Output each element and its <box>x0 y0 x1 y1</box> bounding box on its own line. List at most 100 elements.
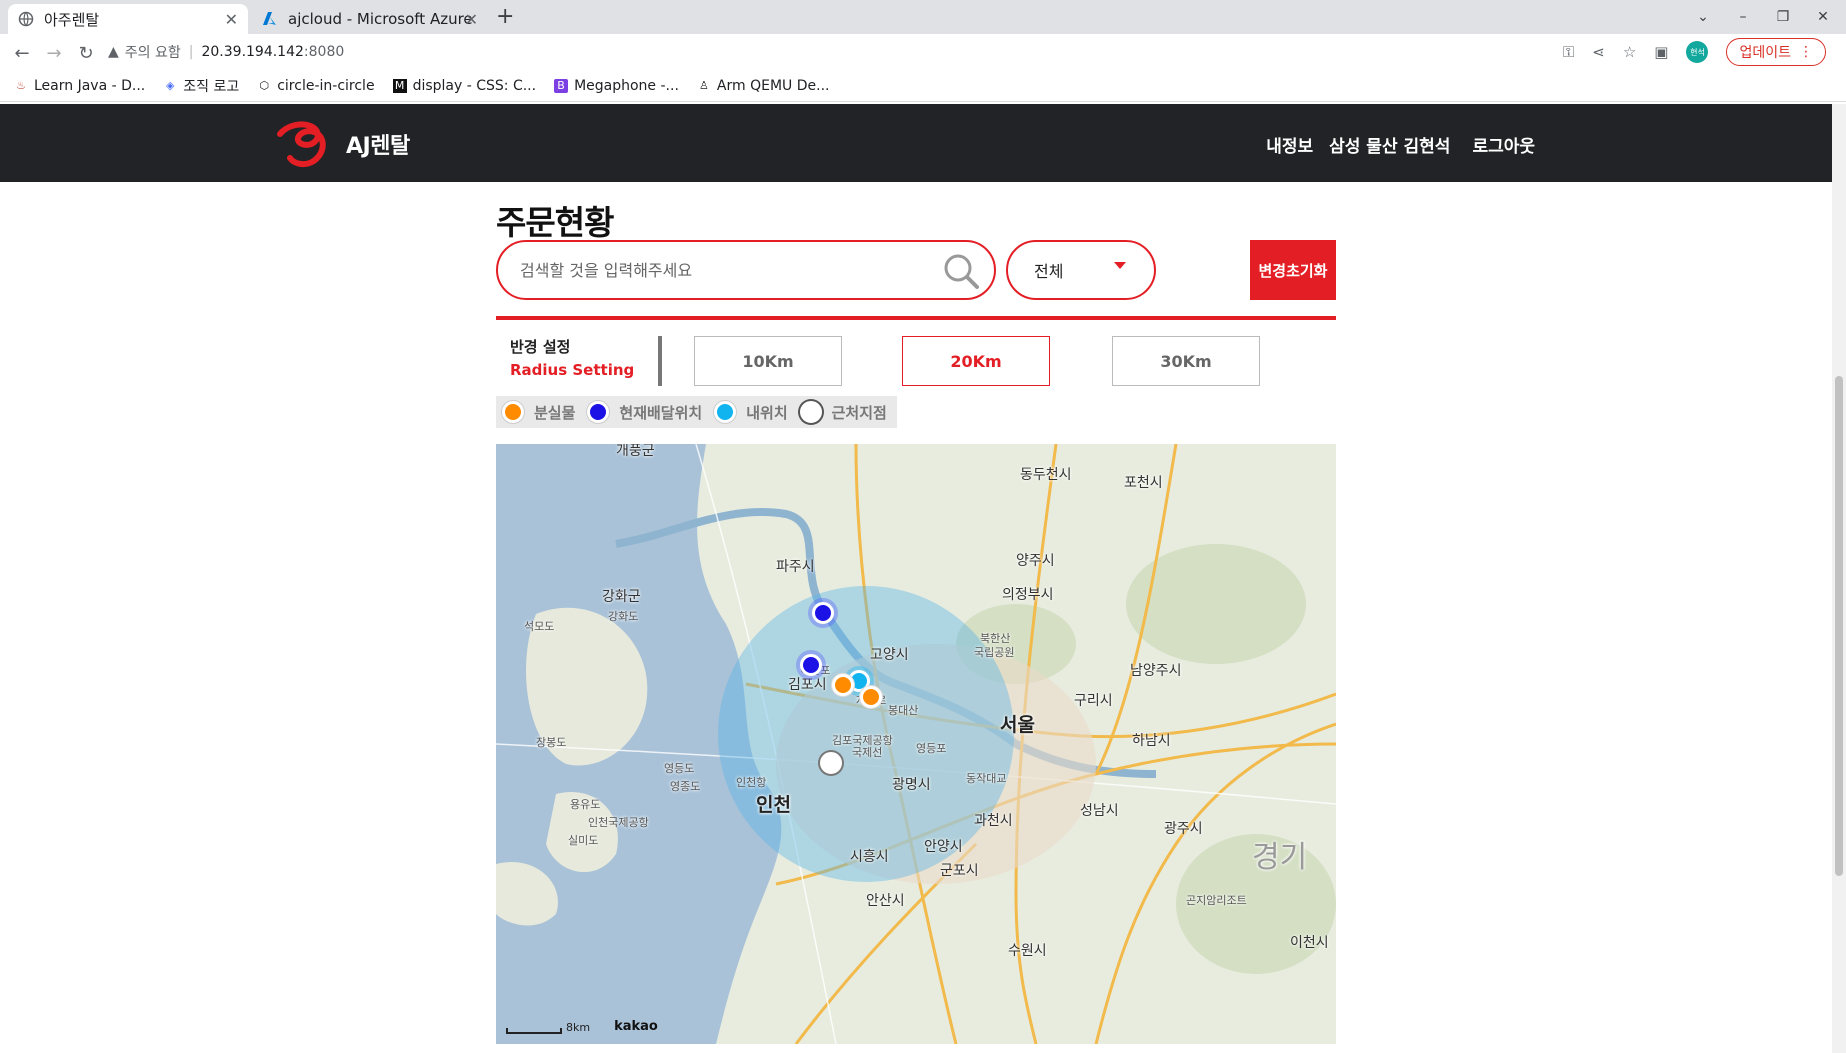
close-window-icon[interactable]: ✕ <box>1812 6 1834 28</box>
java-icon: ♨ <box>16 79 26 92</box>
nav-user-name[interactable]: 삼성 물산 김현석 <box>1329 132 1450 157</box>
radius-30km-button[interactable]: 30Km <box>1112 336 1260 386</box>
map-label: 강화군 <box>602 589 641 605</box>
megaphone-icon: B <box>554 78 569 93</box>
radius-setting: 반경 설정 Radius Setting 10Km 20Km 30Km <box>496 320 1336 390</box>
linux-icon: ♙ <box>698 79 709 92</box>
map-label: 인천국제공항 <box>588 816 649 829</box>
cyan-dot-icon <box>714 401 737 423</box>
delivery-location-marker[interactable] <box>812 602 834 624</box>
restore-icon[interactable]: ❐ <box>1772 6 1794 28</box>
map-label: 곤지암리조트 <box>1186 894 1247 907</box>
legend-delivery-location[interactable]: 현재배달위치 <box>587 401 702 423</box>
search-input[interactable] <box>520 260 920 280</box>
map-label: 석모도 <box>524 620 555 633</box>
bookmarks-bar: ♨ Learn Java - D... ◈ 조직 로고 ⬡ circle-in-cir… <box>0 70 1846 102</box>
reset-button[interactable]: 변경초기화 <box>1250 240 1336 300</box>
legend-lost-item[interactable]: 분실물 <box>502 401 575 423</box>
url-host: 20.39.194.142 <box>201 44 304 60</box>
map-scale: 8km kakao <box>506 1019 658 1034</box>
map-label: 경기 <box>1252 840 1308 875</box>
scrollbar-thumb[interactable] <box>1835 376 1843 876</box>
bookmark-item[interactable]: ♨ Learn Java - D... <box>14 78 145 94</box>
bookmark-item[interactable]: Mdisplay - CSS: C... <box>392 78 536 94</box>
legend-nearby-branch[interactable]: 근처지점 <box>799 401 887 423</box>
address-bar[interactable]: ▲ 주의 요함 | 20.39.194.142 :8080 <box>108 38 1676 66</box>
map-label: 광주시 <box>1164 821 1203 837</box>
map-view[interactable]: 개풍군 동두천시 포천시 파주시 양주시 강화군 강화도 의정부시 석모도 고양… <box>496 444 1336 1044</box>
map-label-incheon: 인천 <box>756 794 791 816</box>
update-button[interactable]: 업데이트 ⋮ <box>1726 38 1826 66</box>
bookmark-item[interactable]: ♙ Arm QEMU De... <box>697 78 830 94</box>
star-icon[interactable]: ☆ <box>1623 43 1636 61</box>
tab-search-icon[interactable]: ⌄ <box>1692 6 1714 28</box>
security-warning: 주의 요함 <box>124 45 181 61</box>
legend-my-location[interactable]: 내위치 <box>714 401 788 423</box>
azure-icon <box>262 11 278 27</box>
radius-20km-button[interactable]: 20Km <box>902 336 1050 386</box>
map-label: 영등포 <box>916 742 947 755</box>
map-label: 강화도 <box>608 610 639 623</box>
radius-label-ko: 반경 설정 <box>510 338 571 356</box>
bookmark-item[interactable]: B Megaphone -... <box>554 78 679 94</box>
profile-avatar[interactable]: 현석 <box>1686 41 1709 63</box>
nav-logout[interactable]: 로그아웃 <box>1472 132 1535 157</box>
back-icon[interactable]: ← <box>10 41 34 65</box>
nav-my-info[interactable]: 내정보 <box>1266 132 1313 157</box>
side-panel-icon[interactable]: ▣ <box>1654 43 1668 61</box>
page-title: 주문현황 <box>496 203 614 242</box>
map-label: 장봉도 <box>536 736 567 749</box>
map-label: 안양시 <box>924 839 963 855</box>
site-brand[interactable]: AJ렌탈 <box>346 128 410 160</box>
bookmark-item[interactable]: ◈ 조직 로고 <box>163 76 239 96</box>
close-tab-icon[interactable]: ✕ <box>225 10 238 29</box>
map-label: 용유도 <box>570 798 601 811</box>
map-label: 영종도 <box>670 780 701 793</box>
minimize-icon[interactable]: – <box>1732 6 1754 28</box>
blue-dot-icon <box>587 401 610 423</box>
site-nav: 내정보 삼성 물산 김현석 로그아웃 <box>1266 132 1535 157</box>
tab-ajurental[interactable]: 아주렌탈 ✕ <box>8 4 248 34</box>
map-label-seoul: 서울 <box>1000 714 1035 736</box>
map-label: 개풍군 <box>616 444 655 459</box>
warning-icon: ▲ <box>108 44 119 60</box>
more-icon: ⋮ <box>1799 44 1813 60</box>
map-label: 이천시 <box>1290 935 1329 951</box>
map-label: 과천시 <box>974 813 1013 829</box>
map-label: 국립공원 <box>974 646 1015 659</box>
map-label: 봉대산 <box>888 704 919 717</box>
new-tab-icon[interactable]: + <box>496 4 514 29</box>
orange-dot-icon <box>502 401 524 423</box>
bookmark-item[interactable]: ⬡ circle-in-circle <box>257 78 374 94</box>
forward-icon[interactable]: → <box>42 41 66 65</box>
url-port: :8080 <box>303 44 345 60</box>
reload-icon[interactable]: ↻ <box>74 41 98 65</box>
filter-select[interactable]: 전체 <box>1006 240 1156 300</box>
radius-label: 반경 설정 Radius Setting <box>510 336 634 379</box>
map-label: 안산시 <box>866 893 905 909</box>
radius-10km-button[interactable]: 10Km <box>694 336 842 386</box>
aj-logo[interactable] <box>276 118 332 168</box>
lost-item-marker[interactable] <box>832 674 854 696</box>
close-tab-icon[interactable]: ✕ <box>465 10 478 29</box>
search-icon[interactable] <box>942 252 980 290</box>
map-label: 하남시 <box>1132 733 1171 749</box>
filter-value: 전체 <box>1034 262 1064 281</box>
lost-item-marker[interactable] <box>860 686 882 708</box>
map-legend: 분실물 현재배달위치 내위치 근처지점 <box>496 396 897 428</box>
tab-azure[interactable]: ajcloud - Microsoft Azure ✕ <box>252 4 488 34</box>
radius-label-en: Radius Setting <box>510 361 635 379</box>
nearby-branch-marker[interactable] <box>820 752 842 774</box>
map-label: 남양주시 <box>1130 663 1182 679</box>
delivery-location-marker[interactable] <box>800 654 822 676</box>
page-scrollbar[interactable] <box>1832 104 1846 1053</box>
key-icon[interactable]: ⚿ <box>1563 43 1574 61</box>
map-label: 파주시 <box>776 559 815 575</box>
toolbar-actions: ⚿ ⋖ ☆ ▣ 현석 업데이트 ⋮ <box>1563 38 1826 66</box>
mdn-icon: M <box>392 78 407 93</box>
map-label: 성남시 <box>1080 803 1119 819</box>
map-label: 동작대교 <box>966 772 1007 785</box>
codepen-icon: ⬡ <box>259 79 270 92</box>
share-icon[interactable]: ⋖ <box>1592 43 1605 61</box>
radius-divider <box>658 336 662 386</box>
